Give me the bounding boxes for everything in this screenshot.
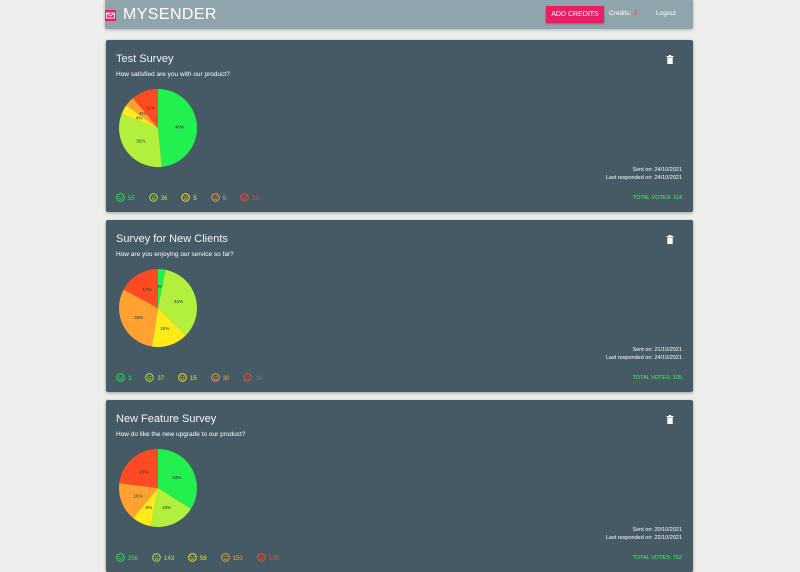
- total-votes: TOTAL VOTES: 105: [632, 375, 682, 381]
- vote-count-number: 13: [252, 196, 259, 202]
- pie-slice-label: 15%: [160, 326, 169, 331]
- vote-count-number: 36: [160, 196, 168, 202]
- neutral-face-icon: [181, 193, 191, 202]
- survey-title: Test Survey: [116, 53, 174, 65]
- pie-slice-label: 34%: [174, 299, 183, 304]
- vote-count-neutral: 58: [188, 553, 207, 562]
- vote-count-satisfied: 37: [145, 373, 164, 382]
- vote-count-neutral: 5: [181, 193, 197, 202]
- neutral-face-icon: [178, 373, 187, 382]
- vote-count-number: 5: [222, 196, 227, 202]
- survey-pie-chart: 34% 19% 8% 16% 23%: [119, 449, 197, 527]
- satisfied-face-icon: [145, 373, 155, 382]
- pie-slice-label: 19%: [162, 505, 171, 510]
- last-responded-date: Last responded on: 24/10/2021: [605, 175, 682, 181]
- pie-slice-label: 11%: [146, 105, 155, 110]
- sent-on-date: Sent on: 24/10/2021: [632, 167, 682, 173]
- sent-on-date: Sent on: 21/10/2021: [632, 347, 682, 353]
- very-satisfied-face-icon: [116, 373, 125, 382]
- sent-on-date: Sent on: 20/10/2021: [632, 527, 682, 533]
- vote-count-dissatisfied: 150: [220, 553, 243, 562]
- last-responded-date: Last responded on: 24/10/2021: [605, 355, 682, 361]
- total-votes: TOTAL VOTES: 114: [632, 195, 682, 201]
- vote-count-number: 30: [222, 376, 230, 382]
- survey-pie-chart: 3%34%15%30%17%: [118, 269, 197, 347]
- vote-count-very-satisfied: 256: [116, 553, 138, 562]
- satisfied-face-icon: [148, 193, 158, 202]
- navbar: MYSENDER ADD CREDITS Credits: 3 Logout: [105, 0, 693, 29]
- pie-slice-label: 32%: [136, 138, 145, 143]
- brand-name: MYSENDER: [123, 6, 217, 23]
- credits-display: Credits: 3: [609, 10, 637, 17]
- pie-slice-label: 23%: [139, 469, 148, 474]
- very-dissatisfied-face-icon: [256, 553, 266, 562]
- survey-dates: Sent on: 20/10/2021 Last responded on: 2…: [606, 526, 682, 542]
- vote-count-number: 178: [268, 556, 279, 562]
- pie-slice-label: 8%: [146, 505, 153, 510]
- vote-count-satisfied: 143: [152, 553, 174, 562]
- survey-question: How satisfied are you with our product?: [116, 71, 230, 78]
- satisfied-face-icon: [152, 553, 161, 562]
- vote-count-very-dissatisfied: 18: [243, 373, 262, 382]
- credits-count: 3: [633, 10, 638, 17]
- survey-card: Survey for New Clients How are you enjoy…: [106, 220, 693, 392]
- dissatisfied-face-icon: [220, 553, 230, 562]
- vote-count-number: 150: [232, 556, 243, 562]
- vote-count-number: 55: [128, 196, 135, 202]
- total-votes: TOTAL VOTES: 752: [632, 555, 682, 561]
- vote-count-very-satisfied: 3: [116, 373, 131, 382]
- vote-count-neutral: 15: [178, 373, 197, 382]
- very-satisfied-face-icon: [116, 553, 125, 562]
- logout-link[interactable]: Logout: [656, 10, 676, 17]
- credits-label: Credits:: [609, 10, 632, 17]
- survey-pie-chart: 48%32%4%4%11%: [118, 89, 197, 167]
- very-dissatisfied-face-icon: [240, 193, 249, 202]
- survey-title: New Feature Survey: [116, 413, 217, 425]
- trash-icon[interactable]: [666, 235, 674, 244]
- survey-dates: Sent on: 24/10/2021 Last responded on: 2…: [606, 166, 682, 182]
- pie-slice-label: 30%: [134, 315, 143, 320]
- very-satisfied-face-icon: [116, 193, 125, 202]
- vote-count-number: 37: [157, 376, 165, 382]
- vote-count-satisfied: 36: [148, 193, 168, 202]
- dissatisfied-face-icon: [210, 373, 220, 382]
- vote-count-dissatisfied: 30: [210, 373, 230, 382]
- trash-icon[interactable]: [666, 415, 674, 424]
- mail-logo-icon: [105, 9, 116, 21]
- vote-count-number: 15: [190, 376, 197, 382]
- survey-dates: Sent on: 21/10/2021 Last responded on: 2…: [606, 346, 682, 362]
- vote-counts: 256 143 58 150 178: [116, 553, 293, 562]
- vote-count-number: 58: [200, 556, 207, 562]
- last-responded-date: Last responded on: 22/10/2021: [605, 535, 682, 541]
- pie-slice-label: 16%: [133, 493, 142, 498]
- vote-count-number: 18: [255, 376, 263, 382]
- vote-count-number: 143: [164, 556, 175, 562]
- very-dissatisfied-face-icon: [243, 373, 253, 382]
- vote-count-number: 5: [193, 196, 197, 202]
- vote-count-number: 3: [128, 376, 132, 382]
- vote-count-very-dissatisfied: 178: [256, 553, 279, 562]
- pie-slice-label: 34%: [172, 475, 181, 480]
- vote-counts: 3 37 15 30 18: [116, 373, 276, 382]
- survey-card: Test Survey How satisfied are you with o…: [106, 40, 693, 212]
- pie-slice-label: 17%: [142, 287, 151, 292]
- add-credits-button[interactable]: ADD CREDITS: [546, 6, 604, 23]
- neutral-face-icon: [188, 553, 197, 562]
- vote-count-number: 256: [128, 556, 139, 562]
- vote-count-very-dissatisfied: 13: [240, 193, 259, 202]
- vote-count-dissatisfied: 5: [210, 193, 227, 202]
- trash-icon[interactable]: [666, 55, 674, 64]
- survey-question: How do like the new upgrade to our produ…: [116, 431, 246, 438]
- pie-slice-label: 48%: [175, 124, 184, 129]
- vote-counts: 55 36 5 5 13: [116, 193, 273, 202]
- survey-title: Survey for New Clients: [116, 233, 228, 245]
- vote-count-very-satisfied: 55: [116, 193, 135, 202]
- brand[interactable]: MYSENDER: [105, 5, 217, 25]
- dissatisfied-face-icon: [210, 193, 220, 202]
- survey-question: How are you enjoying our service so far?: [116, 251, 234, 258]
- survey-card: New Feature Survey How do like the new u…: [106, 400, 693, 572]
